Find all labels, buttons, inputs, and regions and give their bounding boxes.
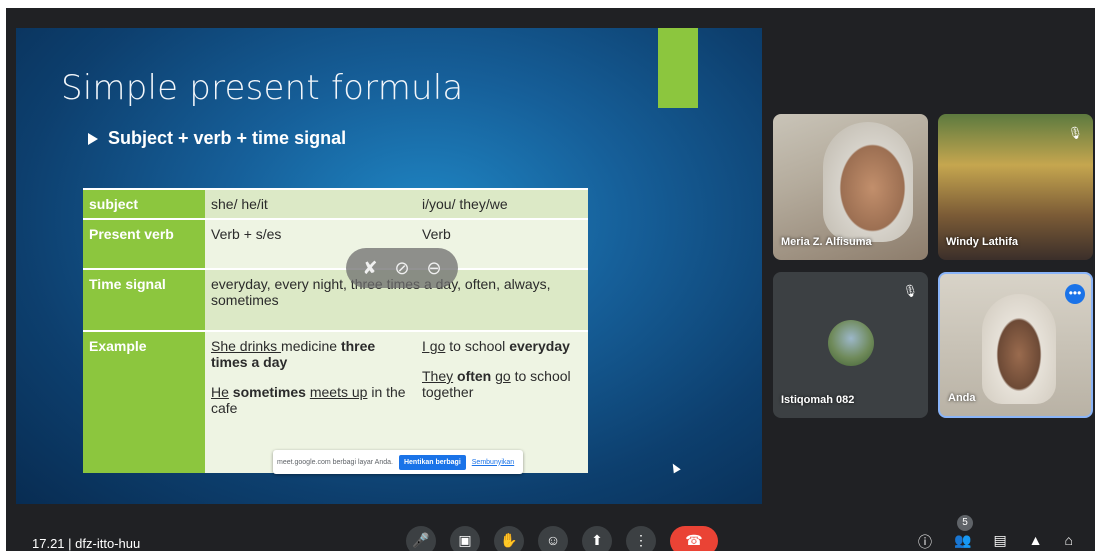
audio-off-icon[interactable]: ⊘ [394, 259, 409, 277]
remove-icon[interactable]: ⊖ [426, 259, 441, 277]
row-label-example: Example [83, 330, 205, 473]
stop-sharing-button[interactable]: Hentikan berbagi [398, 454, 466, 470]
more-options-icon[interactable]: ••• [1065, 284, 1085, 304]
emoji-button[interactable]: ☺ [538, 526, 568, 551]
chat-icon[interactable]: ▤ [993, 532, 1006, 551]
participant-name: Windy Lathifa [946, 236, 1019, 248]
meeting-code: dfz-itto-huu [75, 536, 141, 551]
formula-table: subject she/ he/it i/you/ they/we Presen… [83, 188, 588, 473]
bullet-triangle-icon [88, 132, 98, 145]
raise-hand-button[interactable]: ✋ [494, 526, 524, 551]
participant-tile[interactable]: Meria Z. Alfisuma [773, 114, 928, 260]
hide-banner-link[interactable]: Sembunyikan [472, 459, 514, 466]
participant-name: Istiqomah 082 [781, 394, 855, 406]
people-count-badge: 5 [957, 515, 973, 531]
meeting-info: 17.21 | dfz-itto-huu [32, 536, 140, 551]
share-banner-text: meet.google.com berbagi layar Anda. [277, 458, 393, 466]
avatar [828, 320, 874, 366]
pin-off-icon[interactable]: ✘ [362, 259, 377, 277]
camera-button[interactable]: ▣ [450, 526, 480, 551]
example-line: They often go to school together [422, 368, 571, 400]
table-cell: i/you/ they/we [416, 188, 588, 219]
mic-button[interactable]: 🎤 [406, 526, 436, 551]
example-line: She drinks medicine three times a day [211, 338, 376, 370]
clock-time: 17.21 [32, 536, 65, 551]
mic-off-icon: 🎙 [902, 284, 918, 298]
screen-share-banner: meet.google.com berbagi layar Anda. Hent… [273, 450, 523, 474]
row-label-present-verb: Present verb [83, 218, 205, 269]
example-line: I go to school everyday [422, 338, 570, 354]
participant-tile-self[interactable]: ••• Anda [938, 272, 1093, 418]
table-row: Time signal everyday, every night, three… [83, 268, 588, 331]
presenter-controls: ✘ ⊘ ⊖ [346, 248, 458, 288]
end-call-button[interactable]: ☎ [670, 526, 718, 551]
info-icon[interactable]: ⓘ [918, 532, 932, 551]
row-label-time-signal: Time signal [83, 268, 205, 331]
participant-tile[interactable]: 🎙 Istiqomah 082 [773, 272, 928, 418]
table-cell: she/ he/it [205, 188, 416, 219]
people-icon[interactable]: 👥 [954, 532, 971, 551]
mic-off-icon: 🎙 [1067, 126, 1083, 140]
call-controls: 🎤 ▣ ✋ ☺ ⬆ ⋮ ☎ [406, 526, 718, 551]
participant-tile[interactable]: 🎙 Windy Lathifa [938, 114, 1093, 260]
present-button[interactable]: ⬆ [582, 526, 612, 551]
participant-name: Anda [948, 392, 976, 404]
side-controls: ⓘ 👥 ▤ ▲ ⌂ [918, 532, 1073, 551]
mouse-cursor-icon [669, 461, 681, 474]
slide-title: Simple present formula [61, 68, 464, 108]
slide-accent-bar [658, 28, 698, 108]
more-options-button[interactable]: ⋮ [626, 526, 656, 551]
row-label-subject: subject [83, 188, 205, 219]
activities-icon[interactable]: ▲ [1029, 532, 1043, 551]
slide-bullet: Subject + verb + time signal [88, 128, 346, 149]
lock-icon[interactable]: ⌂ [1065, 532, 1073, 551]
participant-video [982, 294, 1056, 404]
meet-window: Simple present formula Subject + verb + … [6, 8, 1095, 551]
bullet-text: Subject + verb + time signal [108, 128, 347, 148]
table-row: Present verb Verb + s/es Verb [83, 218, 588, 269]
participant-video [823, 122, 913, 242]
presentation-slide: Simple present formula Subject + verb + … [16, 28, 762, 504]
participant-name: Meria Z. Alfisuma [781, 236, 872, 248]
example-line: He sometimes meets up in the cafe [211, 384, 406, 416]
table-row: subject she/ he/it i/you/ they/we [83, 188, 588, 219]
